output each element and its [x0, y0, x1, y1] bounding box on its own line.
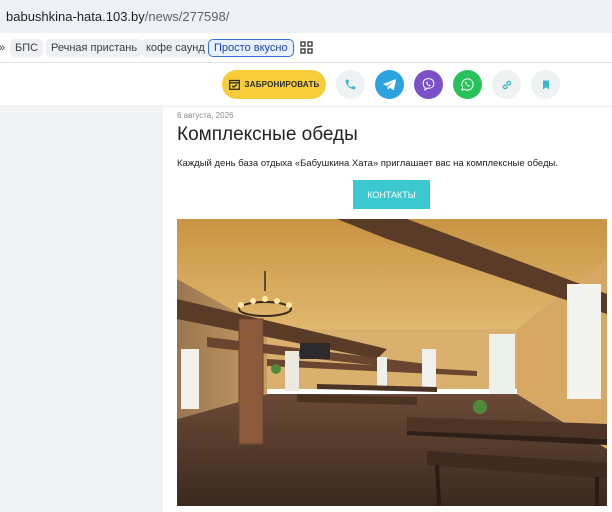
telegram-icon: [383, 79, 396, 91]
bookmark-icon: [542, 80, 549, 89]
link-icon: [502, 80, 511, 89]
calendar-check-icon: [228, 79, 240, 90]
article-title: Комплексные обеды: [177, 124, 358, 145]
viber-button[interactable]: [414, 70, 443, 99]
book-button[interactable]: ЗАБРОНИРОВАТЬ: [222, 70, 326, 99]
article-date: 6 августа, 2026: [177, 111, 234, 120]
address-bar[interactable]: babushkina-hata.103.by/news/277598/: [0, 0, 612, 33]
restaurant-photo: [177, 219, 607, 506]
link-button[interactable]: [492, 70, 521, 99]
url-host: babushkina-hata.103.by: [6, 9, 145, 24]
book-button-label: ЗАБРОНИРОВАТЬ: [244, 80, 320, 89]
phone-button[interactable]: [336, 70, 365, 99]
bookmark-kofe-saund[interactable]: кофе саунд: [141, 39, 210, 57]
contacts-button[interactable]: КОНТАКТЫ: [353, 180, 430, 209]
bookmark-button[interactable]: [531, 70, 560, 99]
left-sidebar: [0, 105, 163, 512]
viber-icon: [422, 78, 435, 92]
bookmark-rechnaya-pristan[interactable]: Речная пристань: [46, 39, 143, 57]
whatsapp-icon: [461, 78, 474, 91]
phone-icon: [345, 79, 356, 90]
apps-grid-icon[interactable]: [300, 41, 313, 54]
url-path: /news/277598/: [144, 9, 230, 24]
whatsapp-button[interactable]: [453, 70, 482, 99]
bookmark-prosto-vkusno[interactable]: Просто вкусно: [208, 39, 294, 57]
telegram-button[interactable]: [375, 70, 404, 99]
bookmark-bps[interactable]: БПС: [10, 39, 44, 57]
article-description: Каждый день база отдыха «Бабушкина Хата»…: [177, 158, 559, 169]
bookmark-overflow[interactable]: »: [0, 39, 10, 57]
url-text[interactable]: babushkina-hata.103.by/news/277598/: [6, 9, 229, 24]
